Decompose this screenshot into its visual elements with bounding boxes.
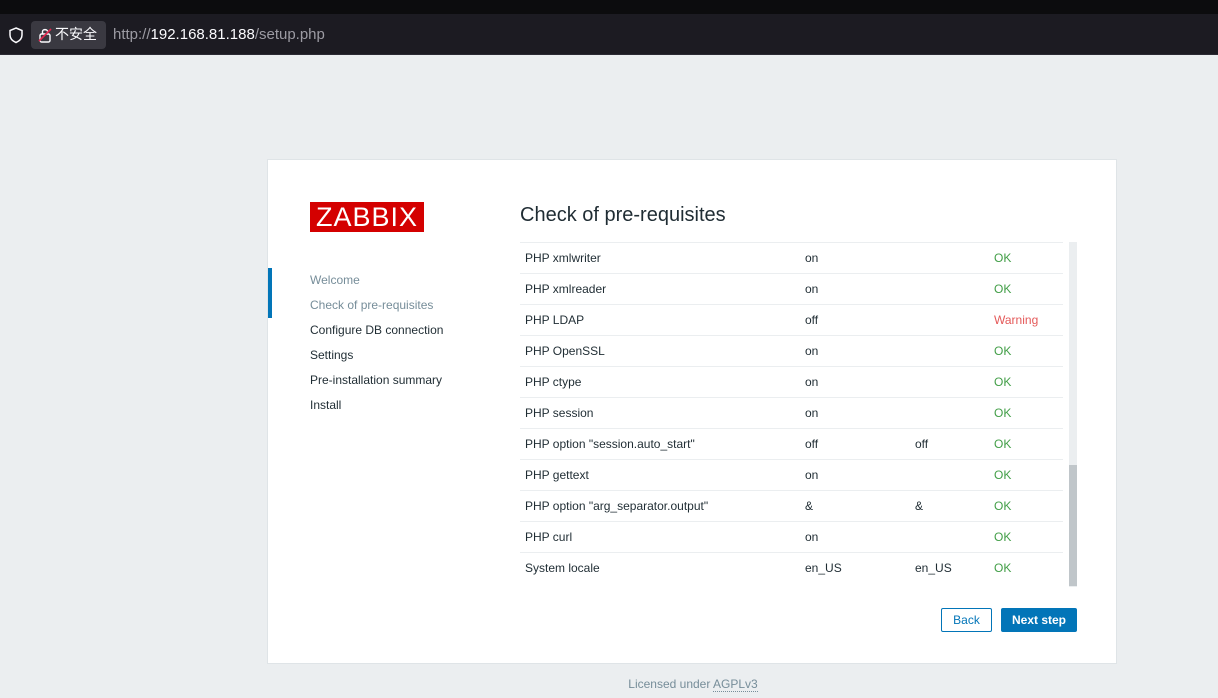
- browser-address-bar: 不安全 http://192.168.81.188/setup.php: [0, 14, 1218, 55]
- required-value: [910, 366, 989, 398]
- status-badge: OK: [989, 366, 1063, 398]
- setup-card: ZABBIX Welcome Check of pre-requisites C…: [267, 159, 1117, 664]
- current-value: on: [800, 242, 910, 274]
- zabbix-logo: ZABBIX: [310, 202, 424, 232]
- back-button[interactable]: Back: [941, 608, 992, 632]
- broken-lock-icon: [38, 28, 52, 43]
- required-value: [910, 459, 989, 491]
- required-value: [910, 335, 989, 367]
- requirement-name: PHP curl: [520, 521, 800, 553]
- requirement-name: PHP LDAP: [520, 304, 800, 336]
- setup-steps-nav: Welcome Check of pre-requisites Configur…: [268, 268, 508, 418]
- table-row: PHP LDAP off Warning: [520, 304, 1063, 336]
- table-row: PHP xmlreader on OK: [520, 273, 1063, 305]
- required-value: &: [910, 490, 989, 522]
- insecure-indicator[interactable]: 不安全: [31, 21, 106, 49]
- required-value: [910, 242, 989, 274]
- url-scheme: http://: [113, 26, 151, 43]
- status-badge: OK: [989, 552, 1063, 583]
- url-text[interactable]: http://192.168.81.188/setup.php: [113, 21, 325, 49]
- insecure-label: 不安全: [55, 27, 97, 43]
- requirement-name: PHP option "session.auto_start": [520, 428, 800, 460]
- requirement-name: PHP OpenSSL: [520, 335, 800, 367]
- required-value: en_US: [910, 552, 989, 583]
- status-badge: OK: [989, 273, 1063, 305]
- table-row: PHP ctype on OK: [520, 366, 1063, 398]
- requirement-name: PHP gettext: [520, 459, 800, 491]
- status-badge: OK: [989, 490, 1063, 522]
- browser-tab-strip: [0, 0, 1218, 14]
- current-value: on: [800, 459, 910, 491]
- requirement-name: PHP ctype: [520, 366, 800, 398]
- table-row: System locale en_US en_US OK: [520, 552, 1063, 583]
- url-host: 192.168.81.188: [150, 26, 255, 43]
- table-row: PHP curl on OK: [520, 521, 1063, 553]
- prerequisites-table: PHP xmlwriter on OK PHP xmlreader on OK PHP LD…: [520, 242, 1063, 583]
- requirement-name: PHP option "arg_separator.output": [520, 490, 800, 522]
- required-value: [910, 397, 989, 429]
- status-badge: OK: [989, 459, 1063, 491]
- current-value: off: [800, 428, 910, 460]
- required-value: [910, 273, 989, 305]
- license-link[interactable]: AGPLv3: [713, 677, 758, 692]
- current-value: on: [800, 273, 910, 305]
- requirement-name: PHP session: [520, 397, 800, 429]
- status-badge: OK: [989, 428, 1063, 460]
- next-step-button[interactable]: Next step: [1001, 608, 1077, 632]
- status-badge: OK: [989, 242, 1063, 274]
- url-bar[interactable]: 不安全 http://192.168.81.188/setup.php: [0, 16, 1213, 50]
- footer-text: Licensed under: [628, 677, 714, 691]
- required-value: [910, 304, 989, 336]
- status-badge: OK: [989, 335, 1063, 367]
- step-welcome[interactable]: Welcome: [268, 268, 508, 293]
- current-value: on: [800, 335, 910, 367]
- step-check-prerequisites[interactable]: Check of pre-requisites: [268, 268, 508, 318]
- step-pre-installation-summary[interactable]: Pre-installation summary: [268, 368, 508, 393]
- step-configure-db[interactable]: Configure DB connection: [268, 318, 508, 343]
- requirement-name: PHP xmlreader: [520, 273, 800, 305]
- status-badge: Warning: [989, 304, 1063, 336]
- page-title: Check of pre-requisites: [520, 204, 726, 226]
- prerequisites-table-container[interactable]: PHP xmlwriter on OK PHP xmlreader on OK PHP LD…: [520, 242, 1078, 586]
- table-row: PHP option "arg_separator.output" & & OK: [520, 490, 1063, 522]
- shield-icon[interactable]: [7, 26, 25, 44]
- table-row: PHP xmlwriter on OK: [520, 242, 1063, 274]
- requirement-name: PHP xmlwriter: [520, 242, 800, 274]
- url-path: /setup.php: [254, 26, 325, 43]
- requirement-name: System locale: [520, 552, 800, 583]
- required-value: off: [910, 428, 989, 460]
- current-value: &: [800, 490, 910, 522]
- table-row: PHP gettext on OK: [520, 459, 1063, 491]
- scrollbar-thumb[interactable]: [1069, 465, 1077, 586]
- footer: Licensed under AGPLv3: [0, 677, 1218, 692]
- status-badge: OK: [989, 521, 1063, 553]
- table-row: PHP option "session.auto_start" off off OK: [520, 428, 1063, 460]
- table-row: PHP OpenSSL on OK: [520, 335, 1063, 367]
- current-value: on: [800, 397, 910, 429]
- step-settings[interactable]: Settings: [268, 343, 508, 368]
- current-value: off: [800, 304, 910, 336]
- status-badge: OK: [989, 397, 1063, 429]
- step-install[interactable]: Install: [268, 393, 508, 418]
- current-value: en_US: [800, 552, 910, 583]
- table-row: PHP session on OK: [520, 397, 1063, 429]
- required-value: [910, 521, 989, 553]
- current-value: on: [800, 366, 910, 398]
- current-value: on: [800, 521, 910, 553]
